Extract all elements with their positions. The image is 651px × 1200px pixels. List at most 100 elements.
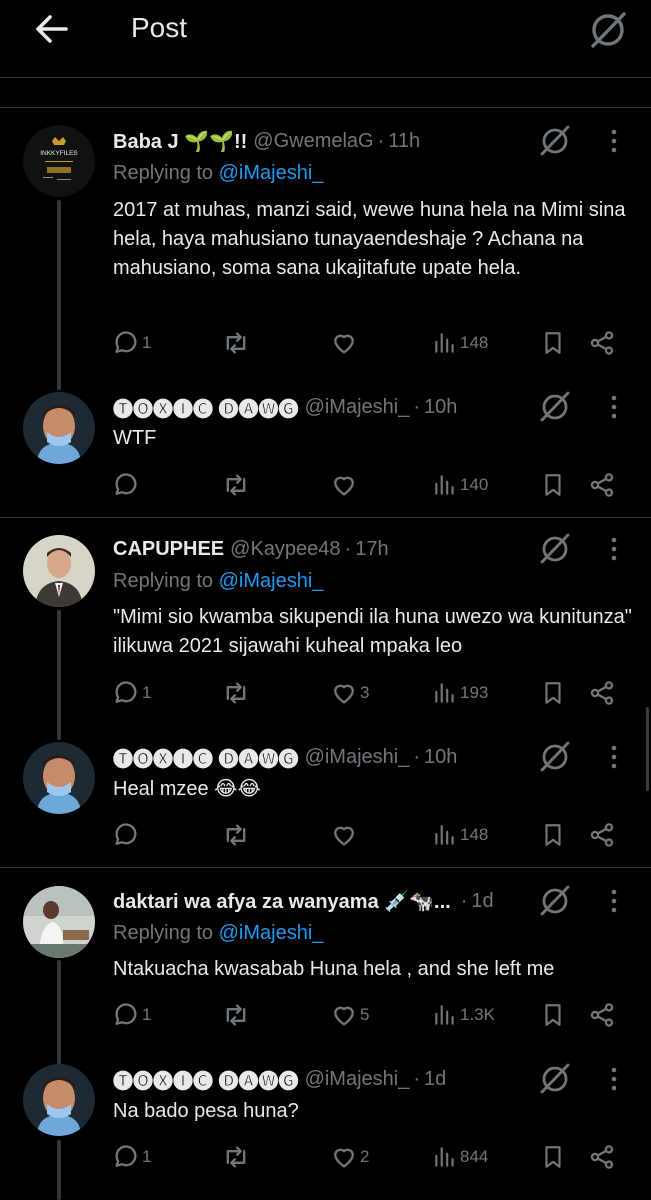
timestamp[interactable]: 17h xyxy=(355,538,388,561)
separator-dot: · xyxy=(413,395,421,418)
views-button[interactable]: 148 xyxy=(432,328,488,358)
reply-count: 1 xyxy=(142,683,152,702)
tweet-text: WTF xyxy=(113,427,157,449)
display-name[interactable]: Baba J 🌱🌱!! xyxy=(113,129,247,154)
grok-icon[interactable] xyxy=(537,1060,573,1096)
tweet-text: Heal mzee 😂😂 xyxy=(113,778,261,800)
like-button[interactable]: 5 xyxy=(330,1000,369,1030)
separator-dot: · xyxy=(460,889,468,912)
like-count: 2 xyxy=(360,1147,370,1166)
bookmark-button[interactable] xyxy=(540,820,566,850)
separator-dot: · xyxy=(413,1067,421,1090)
bookmark-button[interactable] xyxy=(540,470,566,500)
views-button[interactable]: 148 xyxy=(432,820,488,850)
repost-button[interactable] xyxy=(222,1142,250,1172)
more-options-icon[interactable] xyxy=(604,534,624,564)
divider xyxy=(0,517,651,518)
bookmark-button[interactable] xyxy=(540,328,566,358)
display-name[interactable]: 🅣🅞🅧🅘🅒 🅓🅐🅦🅖 xyxy=(113,393,299,422)
views-button[interactable]: 1.3K xyxy=(432,1000,495,1030)
views-count: 1.3K xyxy=(460,1005,495,1024)
repost-button[interactable] xyxy=(222,678,250,708)
replying-to: Replying to @iMajeshi_ xyxy=(113,922,323,945)
back-arrow-icon[interactable] xyxy=(30,10,72,48)
user-handle[interactable]: @iMajeshi_ xyxy=(305,1068,410,1091)
more-options-icon[interactable] xyxy=(604,742,624,772)
views-button[interactable]: 193 xyxy=(432,678,488,708)
timestamp[interactable]: 1d xyxy=(424,1068,446,1091)
thread-line xyxy=(57,960,61,1065)
display-name[interactable]: 🅣🅞🅧🅘🅒 🅓🅐🅦🅖 xyxy=(113,743,299,772)
replying-to-label: Replying to xyxy=(113,162,214,184)
tweet-text: Ntakuacha kwasabab Huna hela , and she l… xyxy=(113,958,555,980)
avatar[interactable]: INKKYFILES xyxy=(23,125,95,197)
avatar[interactable] xyxy=(23,742,95,814)
separator-dot: · xyxy=(413,745,421,768)
share-button[interactable] xyxy=(588,470,616,500)
avatar[interactable] xyxy=(23,1064,95,1136)
share-button[interactable] xyxy=(588,1142,616,1172)
views-button[interactable]: 140 xyxy=(432,470,488,500)
bookmark-button[interactable] xyxy=(540,678,566,708)
avatar-logo-text: INKKYFILES xyxy=(40,150,78,157)
like-button[interactable]: 3 xyxy=(330,678,369,708)
replying-to: Replying to @iMajeshi_ xyxy=(113,570,323,593)
mention-link[interactable]: @iMajeshi_ xyxy=(219,570,324,592)
display-name[interactable]: 🅣🅞🅧🅘🅒 🅓🅐🅦🅖 xyxy=(113,1065,299,1094)
views-count: 193 xyxy=(460,683,489,702)
mention-link[interactable]: @iMajeshi_ xyxy=(219,922,324,944)
timestamp[interactable]: 10h xyxy=(424,746,457,769)
grok-icon[interactable] xyxy=(537,882,573,918)
more-options-icon[interactable] xyxy=(604,886,624,916)
scrollbar[interactable] xyxy=(646,707,649,791)
repost-button[interactable] xyxy=(222,470,250,500)
tweet-header: 🅣🅞🅧🅘🅒 🅓🅐🅦🅖 @iMajeshi_ · 10h xyxy=(113,393,457,421)
share-button[interactable] xyxy=(588,328,616,358)
like-button[interactable] xyxy=(330,328,358,358)
display-name[interactable]: CAPUPHEE xyxy=(113,538,224,561)
user-handle[interactable]: @Kaypee48 xyxy=(230,538,340,561)
reply-button[interactable]: 1 xyxy=(112,1000,151,1030)
like-button[interactable] xyxy=(330,820,358,850)
reply-count: 1 xyxy=(142,1005,152,1024)
reply-button[interactable]: 1 xyxy=(112,678,151,708)
timestamp[interactable]: 10h xyxy=(424,396,457,419)
bookmark-button[interactable] xyxy=(540,1000,566,1030)
reply-button[interactable]: 1 xyxy=(112,1142,151,1172)
repost-button[interactable] xyxy=(222,1000,250,1030)
avatar[interactable] xyxy=(23,535,95,607)
reply-count: 1 xyxy=(142,1147,152,1166)
reply-button[interactable]: 1 xyxy=(112,328,151,358)
views-count: 148 xyxy=(460,825,489,844)
mention-link[interactable]: @iMajeshi_ xyxy=(219,162,324,184)
more-options-icon[interactable] xyxy=(604,1064,624,1094)
reply-button[interactable] xyxy=(112,470,140,500)
share-button[interactable] xyxy=(588,678,616,708)
repost-button[interactable] xyxy=(222,820,250,850)
grok-icon[interactable] xyxy=(587,8,629,50)
timestamp[interactable]: 11h xyxy=(388,130,420,153)
grok-icon[interactable] xyxy=(537,122,573,158)
timestamp[interactable]: 1d xyxy=(471,890,493,913)
more-options-icon[interactable] xyxy=(604,392,624,422)
user-handle[interactable]: @GwemelaG xyxy=(253,130,373,153)
tweet-header: CAPUPHEE @Kaypee48 · 17h xyxy=(113,535,389,563)
display-name[interactable]: daktari wa afya za wanyama 💉🐄... xyxy=(113,889,451,914)
avatar[interactable] xyxy=(23,392,95,464)
grok-icon[interactable] xyxy=(537,388,573,424)
like-button[interactable] xyxy=(330,470,358,500)
grok-icon[interactable] xyxy=(537,738,573,774)
like-count: 3 xyxy=(360,683,370,702)
share-button[interactable] xyxy=(588,820,616,850)
like-button[interactable]: 2 xyxy=(330,1142,369,1172)
user-handle[interactable]: @iMajeshi_ xyxy=(305,746,410,769)
share-button[interactable] xyxy=(588,1000,616,1030)
avatar[interactable] xyxy=(23,886,95,958)
reply-button[interactable] xyxy=(112,820,140,850)
views-button[interactable]: 844 xyxy=(432,1142,488,1172)
bookmark-button[interactable] xyxy=(540,1142,566,1172)
user-handle[interactable]: @iMajeshi_ xyxy=(305,396,410,419)
repost-button[interactable] xyxy=(222,328,250,358)
grok-icon[interactable] xyxy=(537,530,573,566)
more-options-icon[interactable] xyxy=(604,126,624,156)
